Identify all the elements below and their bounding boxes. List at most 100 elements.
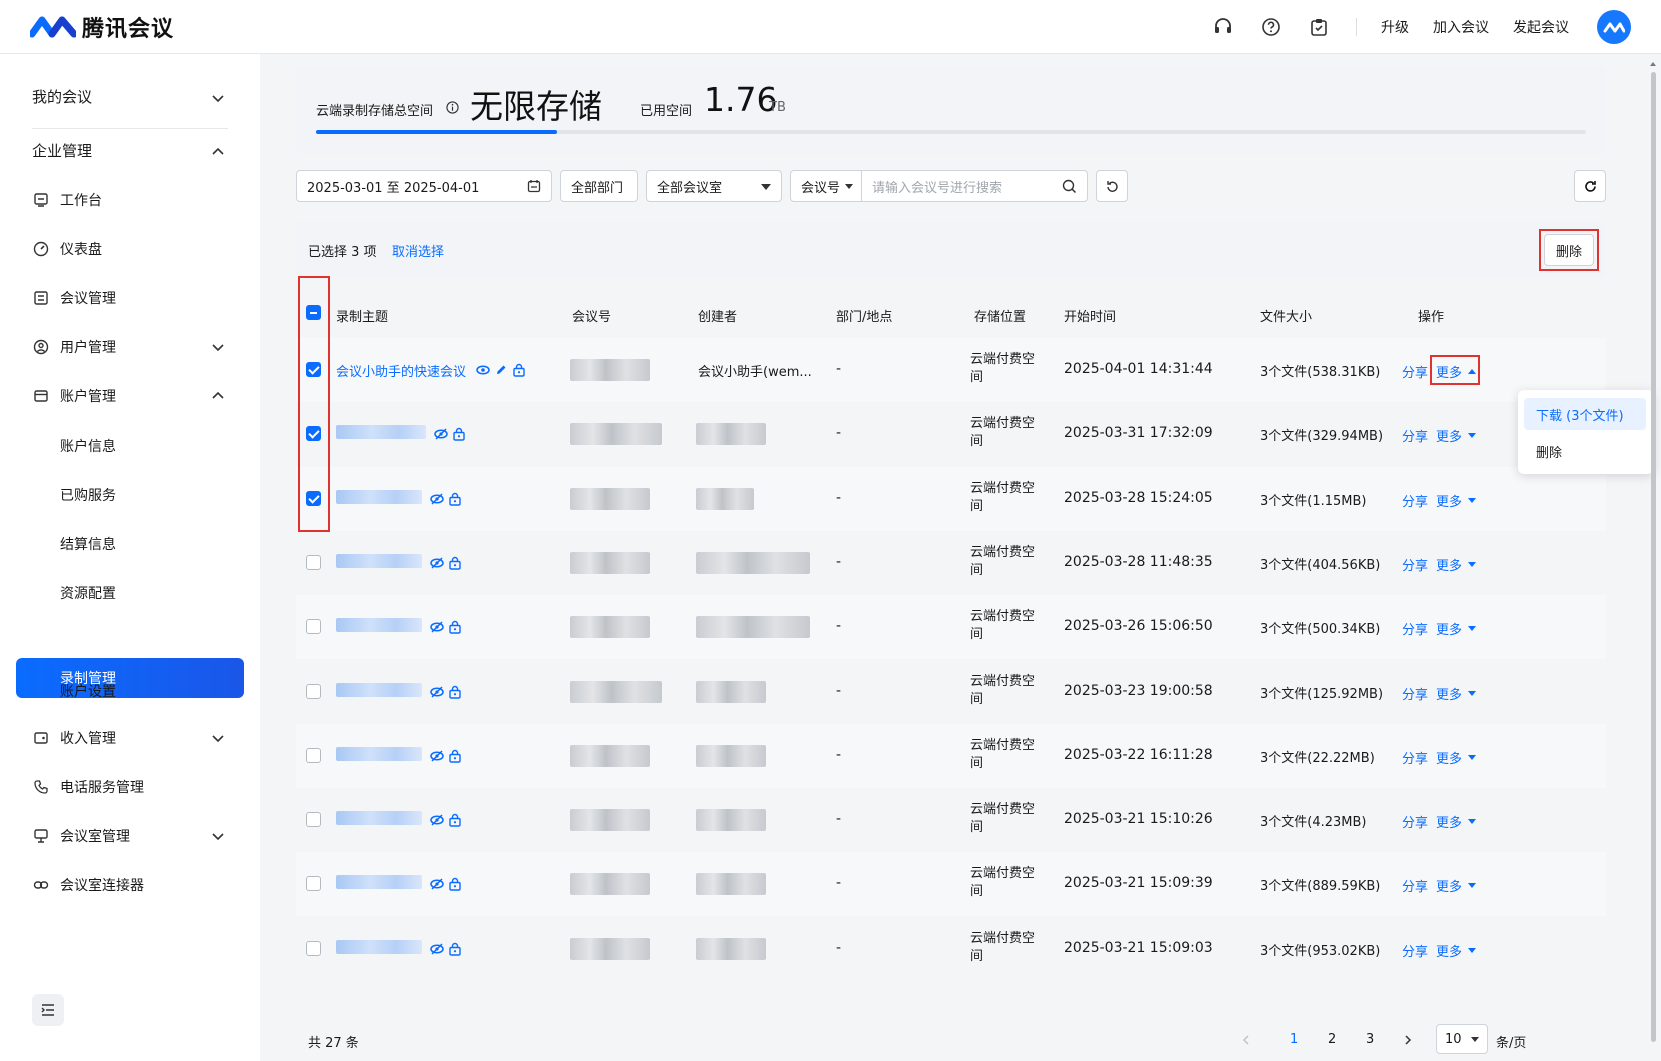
chevron-down-icon[interactable] bbox=[210, 339, 226, 355]
chevron-down-icon[interactable] bbox=[210, 730, 226, 746]
room-select[interactable]: 全部会议室 bbox=[646, 170, 782, 202]
refresh-button[interactable] bbox=[1574, 170, 1606, 202]
more-dropdown[interactable]: 更多 bbox=[1436, 941, 1477, 960]
blurred-topic[interactable] bbox=[336, 553, 422, 568]
hidden-eye-icon[interactable] bbox=[430, 492, 444, 506]
row-checkbox[interactable] bbox=[306, 683, 321, 699]
blurred-topic[interactable] bbox=[336, 682, 422, 697]
table-row[interactable]: - 云端付费空间 2025-03-21 15:10:26 3个文件(4.23MB) 分享… bbox=[296, 788, 1606, 852]
cancel-selection-link[interactable]: 取消选择 bbox=[392, 241, 444, 260]
hidden-eye-icon[interactable] bbox=[430, 813, 444, 827]
lock-icon[interactable] bbox=[512, 363, 526, 377]
share-link[interactable]: 分享 bbox=[1402, 684, 1428, 703]
blurred-topic[interactable] bbox=[336, 746, 422, 761]
hidden-eye-icon[interactable] bbox=[430, 942, 444, 956]
sidebar-sub-purchased-services[interactable]: 已购服务 bbox=[60, 485, 116, 505]
sidebar-item-room-connector[interactable]: 会议室连接器 bbox=[32, 865, 242, 905]
scrollbar-thumb[interactable] bbox=[1651, 72, 1656, 1042]
page-3[interactable]: 3 bbox=[1366, 1032, 1374, 1047]
lock-icon[interactable] bbox=[452, 427, 466, 441]
lock-icon[interactable] bbox=[448, 749, 462, 763]
share-link[interactable]: 分享 bbox=[1402, 876, 1428, 895]
sidebar-sub-recording-management[interactable]: 录制管理 bbox=[16, 658, 244, 698]
visible-eye-icon[interactable] bbox=[476, 363, 490, 377]
sidebar-sub-resource-config[interactable]: 资源配置 bbox=[60, 583, 116, 603]
hidden-eye-icon[interactable] bbox=[430, 620, 444, 634]
hidden-eye-icon[interactable] bbox=[434, 427, 448, 441]
hidden-eye-icon[interactable] bbox=[430, 877, 444, 891]
share-link[interactable]: 分享 bbox=[1402, 941, 1428, 960]
sidebar-sub-account-settings[interactable]: 账户设置 bbox=[60, 681, 116, 701]
menu-item-download[interactable]: 下载 (3个文件) bbox=[1524, 398, 1646, 430]
sidebar-item-phone-service[interactable]: 电话服务管理 bbox=[32, 767, 242, 807]
scroll-up-icon[interactable] bbox=[1649, 60, 1657, 68]
table-row[interactable]: 会议小助手的快速会议 会议小助手(wem... - 云端付费空间 2025-04-01 … bbox=[296, 338, 1606, 402]
start-meeting-link[interactable]: 发起会议 bbox=[1513, 17, 1569, 37]
upgrade-link[interactable]: 升级 bbox=[1381, 17, 1409, 37]
blurred-topic[interactable] bbox=[336, 425, 426, 440]
more-dropdown[interactable]: 更多 bbox=[1436, 812, 1477, 831]
lock-icon[interactable] bbox=[448, 877, 462, 892]
recording-topic-link[interactable]: 会议小助手的快速会议 bbox=[336, 361, 466, 380]
more-dropdown[interactable]: 更多 bbox=[1436, 426, 1477, 445]
row-checkbox[interactable] bbox=[306, 940, 321, 956]
more-dropdown[interactable]: 更多 bbox=[1436, 619, 1477, 638]
table-row[interactable]: - 云端付费空间 2025-03-21 15:09:39 3个文件(889.59KB)… bbox=[296, 852, 1606, 917]
date-range-picker[interactable]: 2025-03-01 至 2025-04-01 bbox=[296, 170, 552, 202]
chevron-left-icon[interactable] bbox=[1240, 1034, 1252, 1046]
avatar[interactable] bbox=[1597, 10, 1631, 44]
table-row[interactable]: - 云端付费空间 2025-03-23 19:00:58 3个文件(125.92MB)… bbox=[296, 660, 1606, 724]
table-row[interactable]: - 云端付费空间 2025-03-28 15:24:05 3个文件(1.15MB) 分享… bbox=[296, 466, 1606, 531]
sidebar-group-enterprise[interactable]: 企业管理 bbox=[32, 140, 92, 161]
headset-icon[interactable] bbox=[1212, 16, 1234, 38]
share-link[interactable]: 分享 bbox=[1402, 748, 1428, 767]
search-type-select[interactable]: 会议号 bbox=[790, 170, 862, 202]
department-select[interactable]: 全部部门 bbox=[560, 170, 638, 202]
chevron-right-icon[interactable] bbox=[1402, 1034, 1414, 1046]
blurred-topic[interactable] bbox=[336, 489, 422, 504]
menu-item-delete[interactable]: 删除 bbox=[1536, 442, 1562, 461]
sidebar-item-meeting-management[interactable]: 会议管理 bbox=[32, 278, 242, 318]
chevron-down-icon[interactable] bbox=[210, 90, 226, 106]
app-logo[interactable]: 腾讯会议 bbox=[30, 11, 174, 43]
sidebar-item-workstation[interactable]: 工作台 bbox=[32, 180, 242, 220]
share-link[interactable]: 分享 bbox=[1402, 362, 1428, 381]
help-icon[interactable] bbox=[1260, 16, 1282, 38]
blurred-topic[interactable] bbox=[336, 811, 422, 826]
share-link[interactable]: 分享 bbox=[1402, 555, 1428, 574]
more-dropdown[interactable]: 更多 bbox=[1436, 876, 1477, 895]
table-row[interactable]: - 云端付费空间 2025-03-31 17:32:09 3个文件(329.94MB)… bbox=[296, 402, 1606, 466]
more-dropdown[interactable]: 更多 bbox=[1436, 684, 1477, 703]
more-dropdown[interactable]: 更多 bbox=[1436, 491, 1477, 510]
sidebar-sub-account-info[interactable]: 账户信息 bbox=[60, 436, 116, 456]
search-input[interactable]: 请输入会议号进行搜索 bbox=[861, 170, 1088, 202]
share-link[interactable]: 分享 bbox=[1402, 812, 1428, 831]
table-row[interactable]: - 云端付费空间 2025-03-22 16:11:28 3个文件(22.22MB) 分… bbox=[296, 723, 1606, 788]
edit-pencil-icon[interactable] bbox=[494, 363, 508, 377]
page-size-select[interactable]: 10 bbox=[1436, 1024, 1488, 1054]
row-checkbox[interactable] bbox=[306, 619, 321, 635]
lock-icon[interactable] bbox=[448, 942, 462, 956]
row-checkbox[interactable] bbox=[306, 554, 321, 570]
blurred-topic[interactable] bbox=[336, 618, 422, 633]
row-checkbox[interactable] bbox=[306, 812, 321, 828]
blurred-topic[interactable] bbox=[336, 875, 422, 890]
hidden-eye-icon[interactable] bbox=[430, 685, 444, 699]
hidden-eye-icon[interactable] bbox=[430, 556, 444, 570]
reset-button[interactable] bbox=[1096, 170, 1128, 202]
sidebar-sub-billing-info[interactable]: 结算信息 bbox=[60, 534, 116, 554]
chevron-down-icon[interactable] bbox=[210, 828, 226, 844]
share-link[interactable]: 分享 bbox=[1402, 619, 1428, 638]
lock-icon[interactable] bbox=[448, 492, 462, 506]
page-1[interactable]: 1 bbox=[1290, 1032, 1298, 1047]
lock-icon[interactable] bbox=[448, 556, 462, 570]
lock-icon[interactable] bbox=[448, 685, 462, 699]
sidebar-item-dashboard[interactable]: 仪表盘 bbox=[32, 229, 242, 269]
table-row[interactable]: - 云端付费空间 2025-03-28 11:48:35 3个文件(404.56KB)… bbox=[296, 531, 1606, 595]
info-icon[interactable] bbox=[446, 101, 459, 114]
join-meeting-link[interactable]: 加入会议 bbox=[1433, 17, 1489, 37]
more-dropdown[interactable]: 更多 bbox=[1436, 555, 1477, 574]
lock-icon[interactable] bbox=[448, 620, 462, 634]
row-checkbox[interactable] bbox=[306, 747, 321, 763]
share-link[interactable]: 分享 bbox=[1402, 426, 1428, 445]
